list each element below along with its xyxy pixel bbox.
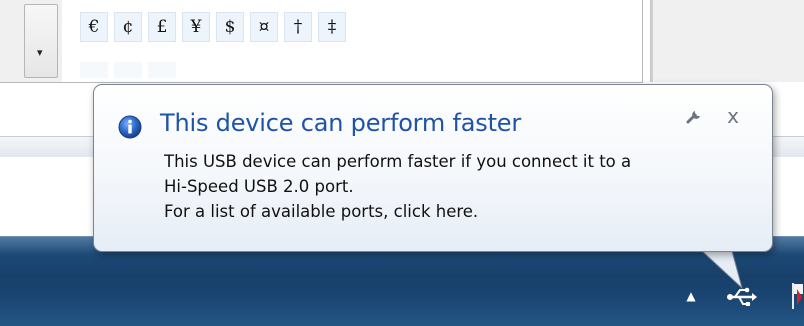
- char-cell[interactable]: €: [80, 12, 108, 42]
- char-cell[interactable]: ¤: [250, 12, 278, 42]
- font-dropdown-button[interactable]: ▾: [24, 4, 58, 78]
- char-cell[interactable]: †: [284, 12, 312, 42]
- char-cell[interactable]: ¢: [114, 12, 142, 42]
- notification-balloon[interactable]: This device can perform faster x This US…: [93, 84, 773, 252]
- balloon-pointer: [700, 250, 743, 290]
- wrench-icon[interactable]: [684, 107, 704, 127]
- close-icon[interactable]: x: [722, 105, 744, 127]
- character-grid: € ¢ £ ¥ $ ¤ † ‡: [62, 0, 643, 83]
- panel-divider: [651, 0, 653, 82]
- char-cell[interactable]: ¥: [182, 12, 210, 42]
- info-icon: [118, 115, 142, 139]
- left-panel: ▾: [0, 0, 63, 83]
- notification-body-line: This USB device can perform faster if yo…: [164, 152, 632, 171]
- char-cell[interactable]: [114, 62, 142, 78]
- notification-body[interactable]: This USB device can perform faster if yo…: [164, 149, 764, 224]
- char-cell[interactable]: ‡: [318, 12, 346, 42]
- right-panel: [650, 0, 804, 82]
- show-hidden-icons-chevron-icon[interactable]: ▲: [684, 289, 698, 303]
- char-cell[interactable]: $: [216, 12, 244, 42]
- notification-title[interactable]: This device can perform faster: [160, 109, 521, 137]
- character-row-partial: [80, 62, 176, 78]
- char-cell[interactable]: [148, 62, 176, 78]
- notification-body-line[interactable]: For a list of available ports, click her…: [164, 199, 764, 224]
- chevron-down-icon: ▾: [37, 46, 43, 59]
- notification-body-line: Hi-Speed USB 2.0 port.: [164, 177, 354, 196]
- character-row: € ¢ £ ¥ $ ¤ † ‡: [80, 12, 346, 42]
- char-cell[interactable]: £: [148, 12, 176, 42]
- char-cell[interactable]: [80, 62, 108, 78]
- action-center-flag-icon[interactable]: [790, 281, 804, 311]
